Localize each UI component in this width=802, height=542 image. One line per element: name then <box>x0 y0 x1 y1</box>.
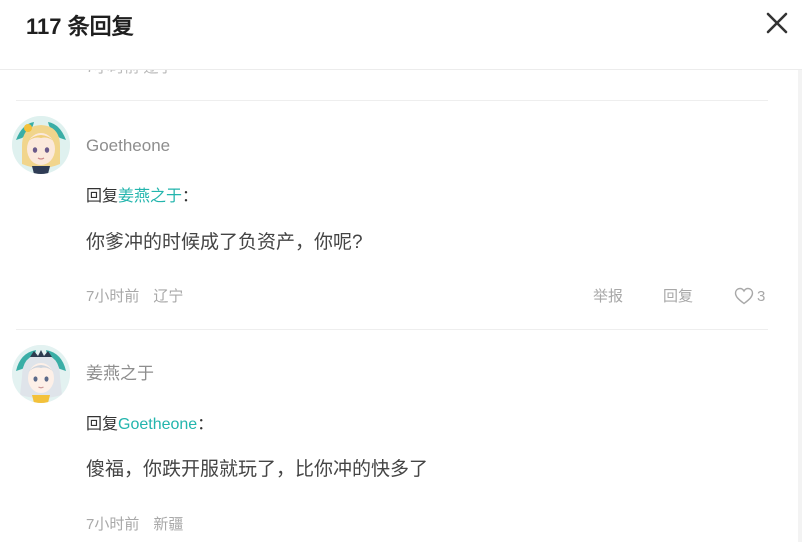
comment-location: 新疆 <box>153 516 184 533</box>
reply-target-line: 回复姜燕之于： <box>86 186 198 208</box>
mention-link[interactable]: Goetheone <box>118 416 197 433</box>
heart-icon <box>734 287 754 305</box>
scrollbar[interactable] <box>798 70 802 542</box>
like-button[interactable]: 3 <box>734 286 765 308</box>
reply-count-title: 117 条回复 <box>26 14 134 39</box>
comment-location: 辽宁 <box>153 288 184 305</box>
comment-time: 7小时前 <box>86 516 140 533</box>
comment-username[interactable]: 姜燕之于 <box>86 363 154 385</box>
reply-colon: ： <box>197 416 214 433</box>
mention-link[interactable]: 姜燕之于 <box>118 188 182 205</box>
reply-colon: ： <box>182 188 199 205</box>
comment-meta: 7小时前 辽宁 <box>86 286 197 308</box>
divider <box>16 100 768 101</box>
avatar[interactable] <box>12 116 70 174</box>
comment-content: 傻福，你跌开服就玩了，比你冲的快多了 <box>86 459 429 480</box>
reply-prefix: 回复 <box>86 416 119 433</box>
comment-time: 7小时前 <box>86 288 140 305</box>
reply-target-line: 回复Goetheone： <box>86 414 213 436</box>
report-button[interactable]: 举报 <box>593 286 623 308</box>
reply-button[interactable]: 回复 <box>663 286 693 308</box>
avatar[interactable] <box>12 345 70 403</box>
comment-meta: 7小时前 新疆 <box>86 514 197 536</box>
comment-username[interactable]: Goetheone <box>86 135 170 157</box>
divider <box>16 329 768 330</box>
close-icon[interactable] <box>762 8 792 38</box>
dialog-header: 117 条回复 <box>0 0 802 70</box>
comment-content: 你爹冲的时候成了负资产，你呢? <box>86 232 363 253</box>
like-count: 3 <box>757 288 766 305</box>
reply-prefix: 回复 <box>86 188 119 205</box>
